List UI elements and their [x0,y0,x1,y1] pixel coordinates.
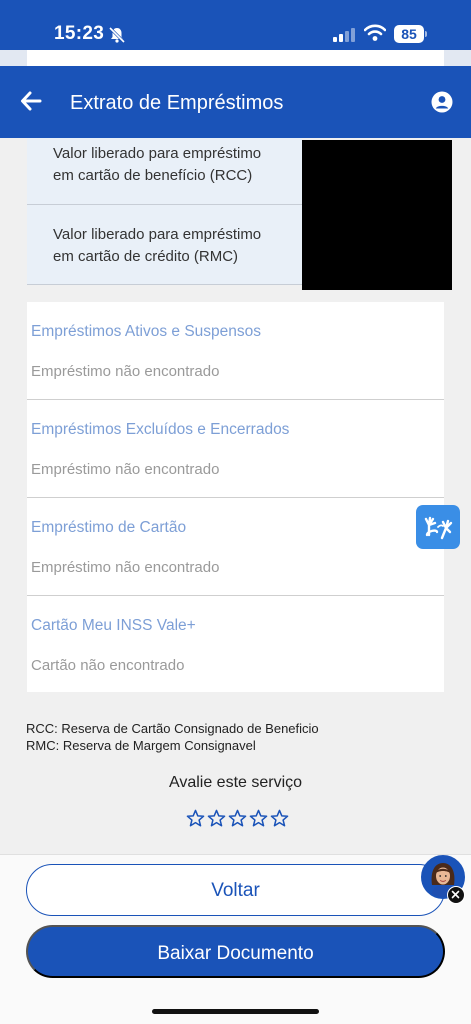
bell-off-icon [108,26,126,44]
download-document-button[interactable]: Baixar Documento [26,925,445,978]
home-indicator [152,1009,319,1014]
wifi-icon [364,24,386,41]
legend-rcc: RCC: Reserva de Cartão Consignado de Ben… [26,721,319,736]
page-title: Extrato de Empréstimos [70,92,284,114]
loan-section-title[interactable]: Empréstimos Ativos e Suspensos [31,323,261,341]
signal-icon [333,28,355,42]
close-icon[interactable] [447,886,465,904]
star-outline-icon[interactable] [270,809,289,828]
user-icon[interactable] [431,91,453,113]
loan-section-card: Empréstimo de Cartão Empréstimo não enco… [27,498,444,596]
legend-rmc: RMC: Reserva de Margem Consignavel [26,738,256,753]
battery-icon: 85 [394,25,424,43]
content-top-strip-card [27,50,444,66]
rmc-label-line2: em cartão de crédito (RMC) [53,248,239,265]
loans-card: Empréstimos Ativos e Suspensos Empréstim… [27,302,444,692]
close-x-glyph [451,890,460,899]
redacted-values [302,140,452,290]
rcc-value-row: Valor liberado para empréstimo em cartão… [27,138,302,205]
libras-button[interactable] [416,505,460,549]
star-outline-icon[interactable] [249,809,268,828]
content-top-strip [0,50,471,66]
loan-section-active: Empréstimos Ativos e Suspensos Empréstim… [27,302,444,400]
rate-service-label: Avalie este serviço [168,774,303,791]
rating-stars [186,809,289,828]
battery-tip [425,31,427,37]
loan-section-vale: Cartão Meu INSS Vale+ Cartão não encontr… [27,596,444,694]
rmc-value-label: Valor liberado para empréstimo em cartão… [53,224,261,268]
star-outline-icon[interactable] [228,809,247,828]
rcc-label-line2: em cartão de benefício (RCC) [53,167,253,184]
loan-section-status: Cartão não encontrado [31,657,185,674]
star-outline-icon[interactable] [186,809,205,828]
status-time: 15:23 [54,23,105,44]
back-button[interactable]: Voltar [26,864,445,916]
loan-section-status: Empréstimo não encontrado [31,559,220,576]
loan-section-status: Empréstimo não encontrado [31,363,220,380]
loan-section-title[interactable]: Cartão Meu INSS Vale+ [31,617,196,635]
loan-section-status: Empréstimo não encontrado [31,461,220,478]
legend: RCC: Reserva de Cartão Consignado de Ben… [26,720,319,754]
loan-section-deleted: Empréstimos Excluídos e Encerrados Empré… [27,400,444,498]
back-arrow-icon[interactable] [20,90,42,112]
rmc-label-line1: Valor liberado para empréstimo [53,226,262,243]
status-bar: 15:23 85 [0,0,471,50]
libras-hands-icon [424,516,453,540]
loan-section-title[interactable]: Empréstimos Excluídos e Encerrados [31,421,289,439]
star-outline-icon[interactable] [207,809,226,828]
loan-section-title[interactable]: Empréstimo de Cartão [31,519,186,537]
rcc-label-line1: Valor liberado para empréstimo [53,145,262,162]
app-header: Extrato de Empréstimos [0,66,471,138]
rmc-value-row: Valor liberado para empréstimo em cartão… [27,205,302,285]
rcc-value-label: Valor liberado para empréstimo em cartão… [53,143,261,187]
